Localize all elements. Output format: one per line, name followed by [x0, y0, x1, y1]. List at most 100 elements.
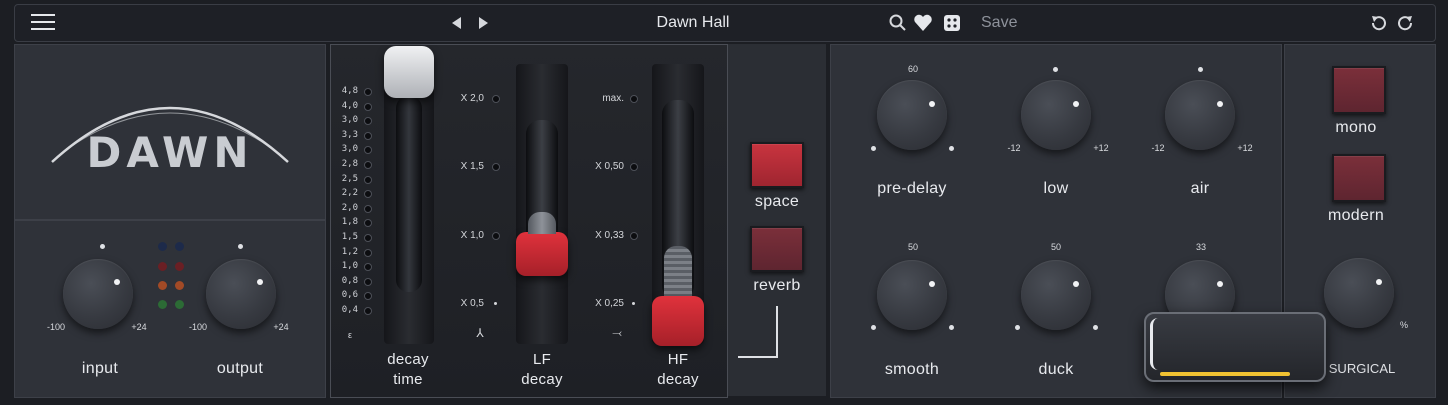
meter-led — [175, 242, 184, 251]
mono-label: mono — [1335, 119, 1377, 136]
low-label: low — [1043, 180, 1069, 197]
dice-icon[interactable] — [943, 14, 961, 32]
lf-decay-label-1: LF — [532, 351, 552, 368]
pre-delay-knob[interactable] — [877, 80, 947, 150]
air-max: +12 — [1237, 143, 1253, 153]
reverb-toggle-button[interactable] — [750, 226, 804, 272]
decay-scale-led — [364, 307, 372, 315]
output-knob[interactable] — [206, 259, 276, 329]
meter-led — [158, 242, 167, 251]
duck-min-dot — [1015, 325, 1020, 330]
search-icon[interactable] — [889, 14, 907, 32]
knob-indicator — [114, 279, 120, 285]
menu-icon[interactable] — [31, 13, 55, 31]
air-min: -12 — [1151, 143, 1165, 153]
lf-scale-label: X 2,0 — [460, 93, 484, 104]
decay-scale-led — [364, 102, 372, 111]
decay-scale-label: 2,5 — [341, 173, 358, 184]
logo-text: DAWN — [86, 128, 254, 177]
pre-delay-top-mark: 60 — [907, 64, 918, 74]
lf-decay-fader-cap[interactable] — [516, 232, 568, 276]
hf-scale-tick — [632, 302, 635, 305]
lf-scale-tick — [494, 302, 497, 305]
knob-indicator — [1376, 279, 1382, 285]
decay-scale-led — [364, 219, 372, 228]
space-toggle-button[interactable] — [750, 142, 804, 188]
decay-scale-label: 0,8 — [341, 275, 358, 286]
decay-scale-led — [364, 248, 372, 257]
duck-top-mark: 50 — [1050, 242, 1061, 252]
smooth-top-mark: 50 — [907, 242, 918, 252]
decay-scale-row: 4,8 — [336, 86, 376, 98]
hf-decay-label-2: decay — [657, 371, 699, 388]
decay-time-fader-cap[interactable] — [384, 46, 434, 98]
decay-scale-label: 4,0 — [341, 100, 358, 111]
prev-arrow-icon[interactable] — [449, 15, 463, 31]
decay-scale-row: 0,8 — [336, 276, 376, 288]
decay-scale-row: 1,0 — [336, 261, 376, 273]
duck-label: duck — [1038, 361, 1074, 378]
decay-scale-row: 3,3 — [336, 130, 376, 142]
decay-scale-row: 3,0 — [336, 115, 376, 127]
decay-scale-row: 4,0 — [336, 101, 376, 113]
decay-scale-led — [364, 204, 372, 213]
save-button[interactable]: Save — [981, 14, 1017, 32]
knob-indicator — [929, 101, 935, 107]
heart-icon[interactable] — [913, 14, 933, 32]
decay-scale-row: 2,8 — [336, 159, 376, 171]
decay-scale-led — [364, 190, 372, 199]
low-knob[interactable] — [1021, 80, 1091, 150]
knob-indicator — [1217, 281, 1223, 287]
decay-scale-row: 1,8 — [336, 217, 376, 229]
modern-toggle-button[interactable] — [1332, 154, 1386, 202]
lf-scale-led — [492, 232, 500, 240]
floating-overlay-yellow-bar — [1160, 372, 1290, 376]
dawn-logo: DAWN — [44, 84, 296, 184]
decay-scale-row: 2,0 — [336, 203, 376, 215]
undo-icon[interactable] — [1369, 14, 1387, 32]
redo-icon[interactable] — [1397, 14, 1415, 32]
lf-scale-label: X 1,5 — [460, 161, 484, 172]
meter-led — [175, 262, 184, 271]
air-top-dot — [1198, 67, 1203, 72]
preset-name[interactable]: Dawn Hall — [615, 14, 771, 32]
smooth-max-dot — [949, 325, 954, 330]
lf-scale-led — [492, 95, 500, 103]
decay-scale-row: 0,4 — [336, 305, 376, 317]
meter-led — [158, 281, 167, 290]
knob-indicator — [929, 281, 935, 287]
next-arrow-icon[interactable] — [477, 15, 491, 31]
mono-toggle-button[interactable] — [1332, 66, 1386, 114]
decay-time-label-2: time — [393, 371, 423, 388]
decay-time-groove — [396, 96, 422, 292]
right-bottom-knob[interactable] — [1324, 258, 1394, 328]
output-max: +24 — [273, 322, 289, 332]
duck-knob[interactable] — [1021, 260, 1091, 330]
input-knob[interactable] — [63, 259, 133, 329]
smooth-min-dot — [871, 325, 876, 330]
hf-bottom-glyph: ⤙ — [612, 326, 622, 340]
knob-indicator — [257, 279, 263, 285]
decay-scale-label: 0,6 — [341, 290, 358, 301]
decay-scale-led — [364, 146, 372, 155]
hf-scale-label: X 0,33 — [595, 230, 624, 241]
input-label: input — [81, 360, 119, 377]
decay-scale-label: 3,0 — [341, 144, 358, 155]
decay-scale-led — [364, 277, 372, 286]
smooth-knob[interactable] — [877, 260, 947, 330]
hf-scale-led — [630, 163, 638, 171]
hf-scale-label: X 0,50 — [595, 161, 624, 172]
decay-scale-label: 3,3 — [341, 129, 358, 140]
hf-decay-fader-cap[interactable] — [652, 296, 704, 346]
right-bottom-label: SURGICAL — [1328, 361, 1396, 376]
decay-scale-led — [364, 175, 372, 184]
air-knob[interactable] — [1165, 80, 1235, 150]
lf-decay-cap-stem — [528, 212, 556, 234]
decay-scale-led — [364, 263, 372, 272]
hf-scale-led — [630, 232, 638, 240]
decay-scale-label: 2,0 — [341, 202, 358, 213]
pre-delay-min-dot — [871, 146, 876, 151]
decay-scale-label: 1,8 — [341, 217, 358, 228]
reverb-label: reverb — [753, 277, 801, 294]
decay-time-label-1: decay — [387, 351, 429, 368]
